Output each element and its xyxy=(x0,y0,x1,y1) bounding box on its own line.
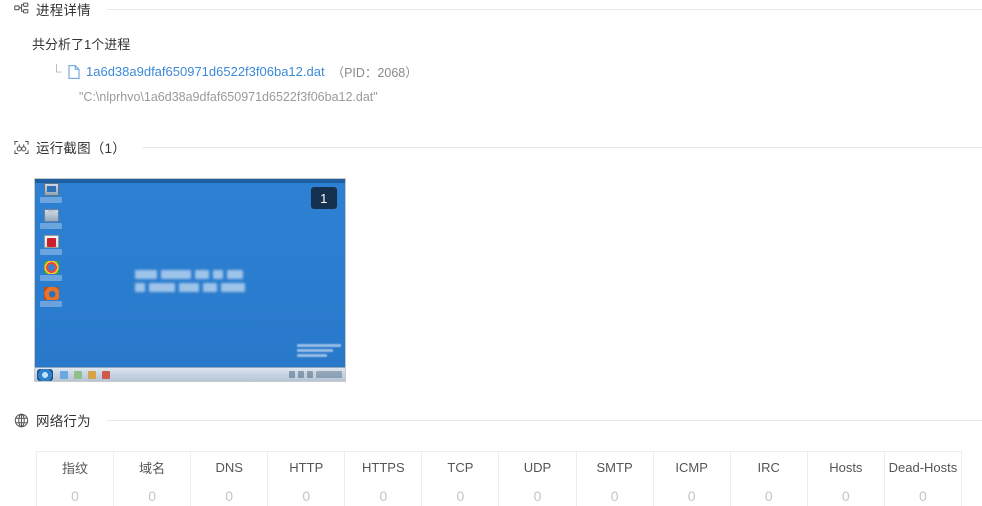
redacted-desktop-text xyxy=(135,270,247,292)
screenshots-section-header: 运行截图（1） xyxy=(14,138,982,156)
network-col-value-指纹: 0 xyxy=(35,482,115,506)
network-col-header-ICMP: ICMP xyxy=(652,451,731,483)
network-col-header-UDP: UDP xyxy=(498,451,577,483)
wallpaper-top-strip xyxy=(35,179,345,183)
mozilla-firefox-icon xyxy=(38,287,64,309)
screenshots-section-title: 运行截图（1） xyxy=(36,141,126,156)
network-col-value-HTTPS: 0 xyxy=(344,482,423,506)
tree-elbow-icon: └ xyxy=(52,63,62,79)
network-col-value-域名: 0 xyxy=(113,482,192,506)
screenshots-section: 运行截图（1） 1 xyxy=(14,138,982,382)
network-col-header-Hosts: Hosts xyxy=(806,451,885,483)
section-divider xyxy=(141,146,982,148)
network-col-value-Hosts: 0 xyxy=(806,482,885,506)
network-stats-wrap: 指纹 域名 DNS HTTP HTTPS TCP UDP SMTP ICMP IRC Hosts De… xyxy=(14,451,982,506)
table-header-row: 指纹 域名 DNS HTTP HTTPS TCP UDP SMTP ICMP IRC Hosts De… xyxy=(35,451,963,483)
system-tray xyxy=(289,371,342,378)
network-col-header-HTTPS: HTTPS xyxy=(344,451,423,483)
network-section-title: 网络行为 xyxy=(36,414,91,429)
screenshot-icon xyxy=(14,140,29,155)
network-col-header-IRC: IRC xyxy=(729,451,808,483)
analysis-report-page: 进程详情 共分析了1个进程 └ 1a6d38a9dfaf650971d6522f… xyxy=(0,0,982,506)
network-col-value-Dead-Hosts: 0 xyxy=(883,482,963,506)
screenshot-list: 1 xyxy=(14,178,982,382)
globe-icon xyxy=(14,413,29,428)
network-col-header-Dead-Hosts: Dead-Hosts xyxy=(883,451,963,483)
process-count-label: 共分析了1个进程 xyxy=(32,37,131,52)
windows-activation-watermark xyxy=(297,344,341,359)
network-col-value-TCP: 0 xyxy=(421,482,500,506)
recycle-bin-icon xyxy=(38,209,64,231)
network-col-value-HTTP: 0 xyxy=(267,482,346,506)
desktop-wallpaper xyxy=(35,179,345,381)
network-col-header-域名: 域名 xyxy=(113,451,192,483)
network-col-value-SMTP: 0 xyxy=(575,482,654,506)
file-icon xyxy=(67,64,81,79)
process-name-link[interactable]: 1a6d38a9dfaf650971d6522f3f06ba12.dat xyxy=(86,64,325,79)
process-section-title: 进程详情 xyxy=(36,3,91,18)
network-col-value-IRC: 0 xyxy=(729,482,808,506)
computer-icon xyxy=(38,183,64,205)
screenshot-index-badge: 1 xyxy=(311,187,337,209)
google-chrome-icon xyxy=(38,261,64,283)
process-detail-section: 进程详情 共分析了1个进程 └ 1a6d38a9dfaf650971d6522f… xyxy=(14,0,982,104)
network-col-header-HTTP: HTTP xyxy=(267,451,346,483)
network-stats-table: 指纹 域名 DNS HTTP HTTPS TCP UDP SMTP ICMP IRC Hosts De… xyxy=(35,451,963,506)
screenshot-thumbnail[interactable]: 1 xyxy=(34,178,346,382)
process-pid-label: （PID：2068） xyxy=(331,66,418,80)
process-tree-row: └ 1a6d38a9dfaf650971d6522f3f06ba12.dat （… xyxy=(32,62,982,81)
taskbar-clock xyxy=(316,371,342,378)
desktop-taskbar xyxy=(35,367,345,381)
network-col-header-TCP: TCP xyxy=(421,451,500,483)
network-col-header-DNS: DNS xyxy=(190,451,269,483)
network-col-header-SMTP: SMTP xyxy=(575,451,654,483)
network-col-value-UDP: 0 xyxy=(498,482,577,506)
process-detail-body: 共分析了1个进程 └ 1a6d38a9dfaf650971d6522f3f06b… xyxy=(14,34,982,104)
network-section-header: 网络行为 xyxy=(14,411,982,429)
network-behavior-section: 网络行为 指纹 域名 DNS HTTP HTTPS TCP UDP SMTP ICMP IRC Ho… xyxy=(14,411,982,506)
desktop-icon-group xyxy=(38,183,64,309)
taskbar-pinned-icons xyxy=(60,370,110,379)
process-command-line: "C:\nlprhvo\1a6d38a9dfaf650971d6522f3f06… xyxy=(79,90,378,104)
sitemap-icon xyxy=(14,2,29,17)
network-col-header-指纹: 指纹 xyxy=(35,451,115,483)
section-divider xyxy=(106,419,982,421)
network-col-value-ICMP: 0 xyxy=(652,482,731,506)
section-divider xyxy=(106,8,982,10)
process-section-header: 进程详情 xyxy=(14,0,982,18)
adobe-reader-icon xyxy=(38,235,64,257)
start-button-icon xyxy=(37,368,53,381)
table-row: 000000000000 xyxy=(35,482,963,506)
network-col-value-DNS: 0 xyxy=(190,482,269,506)
